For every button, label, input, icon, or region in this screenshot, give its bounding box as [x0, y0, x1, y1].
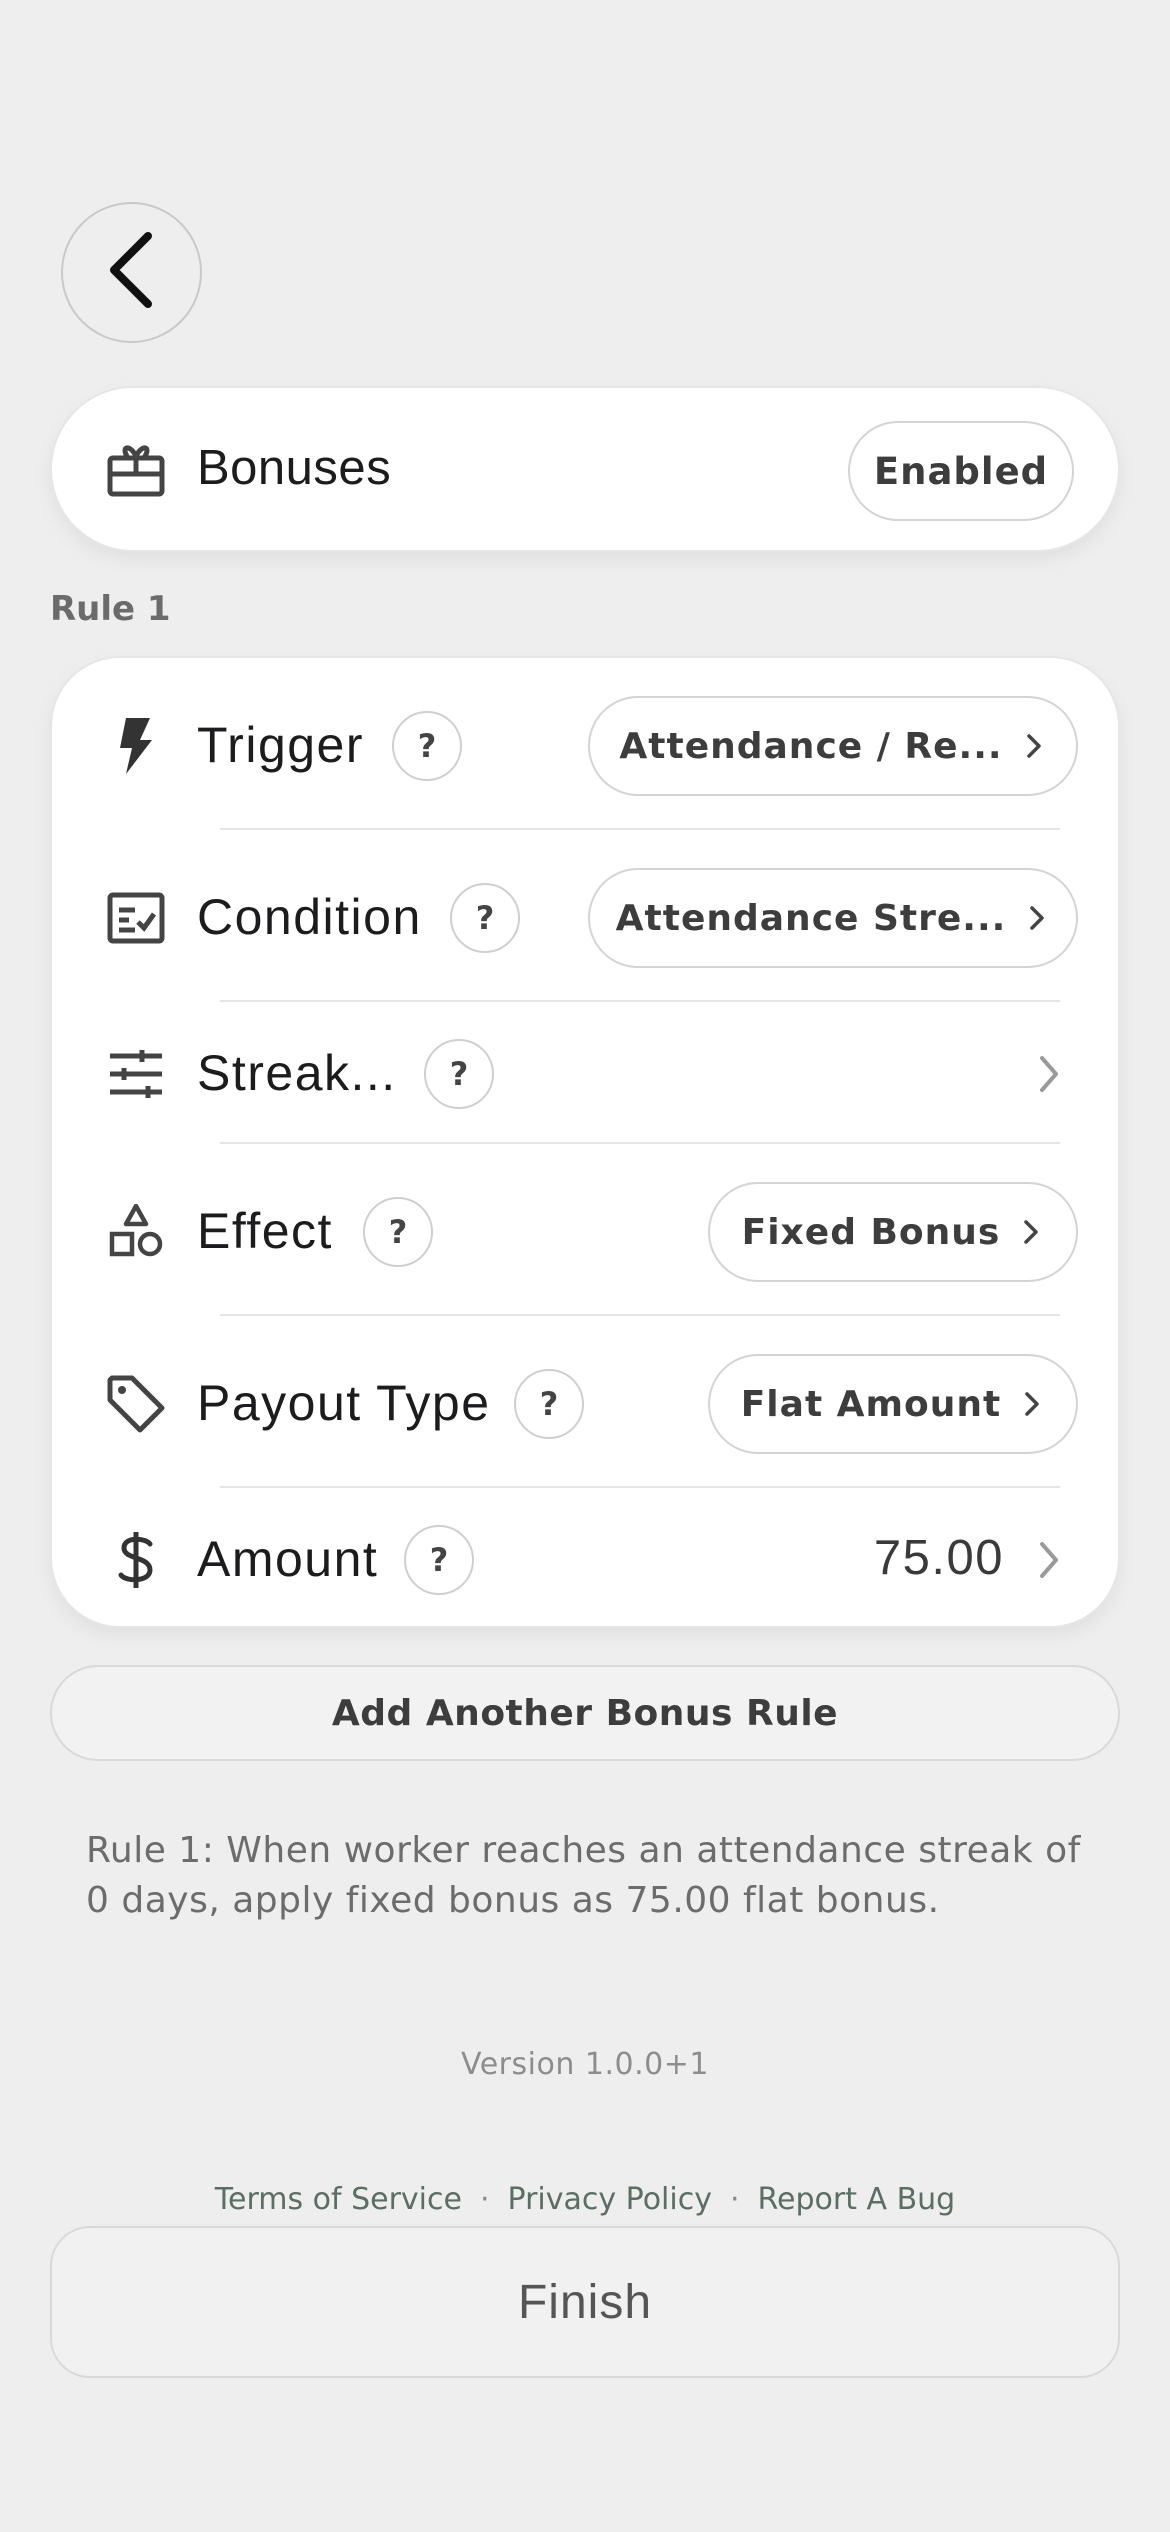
chevron-right-icon	[1040, 1542, 1058, 1578]
chevron-right-icon	[1026, 734, 1041, 758]
condition-label: Condition	[197, 889, 422, 945]
chevron-right-icon	[1030, 906, 1045, 930]
report-bug-link[interactable]: Report A Bug	[758, 2182, 956, 2217]
divider	[220, 1000, 1060, 1002]
effect-row: Effect ? Fixed Bonus	[52, 1172, 1122, 1292]
bonuses-card: Bonuses Enabled	[50, 386, 1120, 552]
chevron-right-icon	[1040, 1056, 1058, 1092]
amount-label: Amount	[197, 1531, 379, 1587]
effect-select[interactable]: Fixed Bonus	[708, 1182, 1078, 1282]
add-bonus-rule-button[interactable]: Add Another Bonus Rule	[50, 1665, 1120, 1761]
trigger-label: Trigger	[197, 717, 365, 773]
effect-label: Effect	[197, 1203, 333, 1259]
sliders-icon	[96, 1034, 176, 1114]
rule-summary-text: Rule 1: When worker reaches an attendanc…	[86, 1830, 1081, 1921]
footer-links: Terms of Service · Privacy Policy · Repo…	[0, 2182, 1170, 2217]
trigger-value: Attendance / Re...	[619, 725, 1003, 767]
checklist-icon	[96, 878, 176, 958]
rule-heading: Rule 1	[50, 589, 171, 629]
condition-select[interactable]: Attendance Stre...	[588, 868, 1078, 968]
payout-type-value: Flat Amount	[740, 1383, 1002, 1425]
divider	[220, 1486, 1060, 1488]
divider	[220, 1314, 1060, 1316]
divider	[220, 828, 1060, 830]
privacy-policy-link[interactable]: Privacy Policy	[508, 2182, 712, 2217]
footer-separator: ·	[729, 2182, 740, 2217]
footer-separator: ·	[479, 2182, 490, 2217]
bonuses-title: Bonuses	[197, 441, 392, 495]
streak-label: Streak...	[197, 1045, 397, 1101]
shapes-icon	[96, 1192, 176, 1272]
amount-row[interactable]: Amount ? 75.00	[52, 1500, 1122, 1620]
effect-help-button[interactable]: ?	[363, 1197, 433, 1267]
condition-value: Attendance Stre...	[615, 897, 1007, 939]
dollar-icon	[96, 1520, 176, 1600]
payout-type-row: Payout Type ? Flat Amount	[52, 1344, 1122, 1464]
chevron-right-icon	[1024, 1220, 1039, 1244]
bonuses-status-toggle[interactable]: Enabled	[848, 421, 1074, 521]
chevron-left-icon	[102, 230, 162, 315]
divider	[220, 1142, 1060, 1144]
payout-type-select[interactable]: Flat Amount	[708, 1354, 1078, 1454]
effect-value: Fixed Bonus	[741, 1211, 1001, 1253]
gift-card-icon	[96, 430, 176, 510]
payout-type-help-button[interactable]: ?	[514, 1369, 584, 1439]
trigger-help-button[interactable]: ?	[392, 711, 462, 781]
rule-card: Trigger ? Attendance / Re... Condition ?…	[50, 656, 1120, 1628]
condition-help-button[interactable]: ?	[450, 883, 520, 953]
back-button[interactable]	[61, 202, 202, 343]
finish-button[interactable]: Finish	[50, 2226, 1120, 2378]
trigger-row: Trigger ? Attendance / Re...	[52, 686, 1122, 806]
trigger-select[interactable]: Attendance / Re...	[588, 696, 1078, 796]
payout-type-label: Payout Type	[197, 1375, 491, 1431]
condition-row: Condition ? Attendance Stre...	[52, 858, 1122, 978]
amount-value: 75.00	[873, 1531, 1004, 1585]
bolt-icon	[96, 706, 176, 786]
terms-of-service-link[interactable]: Terms of Service	[215, 2182, 462, 2217]
streak-help-button[interactable]: ?	[424, 1039, 494, 1109]
chevron-right-icon	[1025, 1392, 1040, 1416]
amount-help-button[interactable]: ?	[404, 1525, 474, 1595]
streak-row[interactable]: Streak... ?	[52, 1014, 1122, 1134]
tag-icon	[96, 1364, 176, 1444]
version-text: Version 1.0.0+1	[461, 2047, 709, 2082]
